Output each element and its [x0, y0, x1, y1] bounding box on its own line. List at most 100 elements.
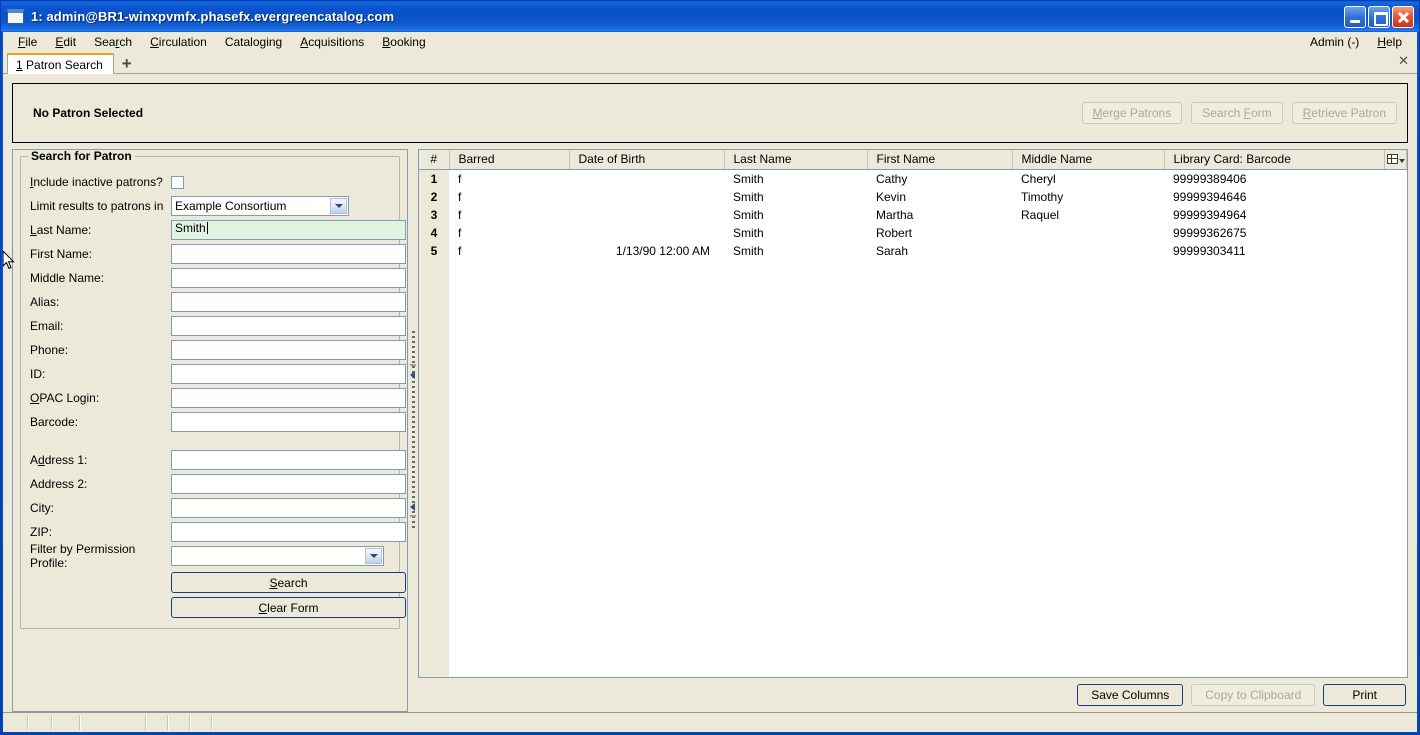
status-bar — [3, 712, 1417, 732]
field-email: Email: — [30, 314, 406, 338]
field-label: Address 1: — [30, 453, 88, 467]
include-inactive-checkbox[interactable] — [171, 175, 184, 189]
cell-num: 4 — [419, 223, 449, 242]
cell-middle-name: Raquel — [1021, 207, 1060, 222]
column-picker-icon — [1386, 153, 1398, 164]
field-id: ID: — [30, 362, 406, 386]
menu-cataloging[interactable]: Cataloging — [216, 33, 291, 51]
new-tab-icon[interactable]: + — [122, 55, 132, 72]
alias-input[interactable] — [171, 292, 406, 312]
clear-form-button[interactable]: Clear Form — [171, 597, 406, 618]
zip-input[interactable] — [171, 522, 406, 542]
cell-dob — [569, 206, 724, 224]
table-row[interactable]: 1 f Smith Cathy Cheryl 99999389406 — [419, 169, 1407, 188]
panel-splitter[interactable] — [408, 149, 418, 712]
close-button[interactable] — [1392, 5, 1414, 28]
cell-first-name: Cathy — [876, 171, 908, 186]
table-row[interactable]: 3 f Smith Martha Raquel 99999394964 — [419, 205, 1407, 224]
column-header-num[interactable]: # — [419, 150, 450, 170]
limit-results-value: Example Consortium — [175, 199, 287, 213]
column-header-middle-name[interactable]: Middle Name — [1012, 150, 1165, 170]
maximize-button[interactable] — [1368, 5, 1390, 28]
copy-to-clipboard-button[interactable]: Copy to Clipboard — [1191, 684, 1316, 706]
status-cell — [5, 715, 29, 730]
field-address-2: Address 2: — [30, 472, 406, 496]
city-input[interactable] — [171, 498, 406, 518]
field-label: OPAC Login: — [30, 391, 100, 405]
results-action-buttons: Save Columns Copy to Clipboard Print — [418, 678, 1408, 712]
chevron-down-icon — [330, 198, 347, 214]
search-button[interactable]: Search — [171, 572, 406, 593]
menu-acquisitions[interactable]: Acquisitions — [291, 33, 373, 51]
cell-barcode: 99999394964 — [1173, 207, 1247, 222]
status-cell — [29, 715, 53, 730]
address-1-input[interactable] — [171, 450, 406, 470]
cell-barred: f — [458, 207, 462, 222]
cell-dob — [569, 170, 724, 188]
opac-login-input[interactable] — [171, 388, 406, 408]
address-2-input[interactable] — [171, 474, 406, 494]
cell-first-name: Robert — [876, 225, 913, 240]
header-row: # Barred Date of Birth Last Name First N… — [419, 150, 1407, 170]
column-header-dob[interactable]: Date of Birth — [569, 150, 725, 170]
print-button[interactable]: Print — [1323, 684, 1406, 706]
table-row[interactable]: 2 f Smith Kevin Timothy 99999394646 — [419, 187, 1407, 206]
cell-barcode: 99999303411 — [1173, 243, 1246, 258]
column-header-library-card-barcode[interactable]: Library Card: Barcode — [1164, 150, 1385, 170]
close-tab-icon[interactable]: ✕ — [1398, 53, 1409, 69]
status-cell — [191, 715, 213, 730]
field-middle-name: Middle Name: — [30, 266, 406, 290]
cell-first-name: Kevin — [876, 189, 907, 204]
menu-edit[interactable]: Edit — [46, 33, 85, 51]
field-zip: ZIP: — [30, 520, 406, 544]
middle-name-input[interactable] — [171, 268, 406, 288]
cell-middle-name — [1012, 242, 1164, 260]
menu-search[interactable]: Search — [85, 33, 141, 51]
first-name-input[interactable] — [171, 244, 406, 264]
cell-last-name: Smith — [733, 189, 764, 204]
column-header-first-name[interactable]: First Name — [867, 150, 1013, 170]
menu-bar: File Edit Search Circulation Cataloging … — [3, 32, 1417, 52]
retrieve-patron-button[interactable]: Retrieve Patron — [1291, 102, 1397, 124]
menu-help[interactable]: Help — [1368, 33, 1411, 51]
save-columns-button[interactable]: Save Columns — [1077, 684, 1184, 706]
table-row[interactable]: 4 f Smith Robert 99999362675 — [419, 223, 1407, 242]
search-form-button[interactable]: Search Form — [1191, 102, 1283, 124]
email-input[interactable] — [171, 316, 406, 336]
column-header-barred[interactable]: Barred — [449, 150, 570, 170]
column-header-last-name[interactable]: Last Name — [724, 150, 868, 170]
field-address-1: Address 1: — [30, 448, 406, 472]
field-phone: Phone: — [30, 338, 406, 362]
menu-file[interactable]: File — [9, 33, 46, 51]
splitter-collapse-down-icon[interactable] — [409, 503, 416, 511]
menu-booking[interactable]: Booking — [373, 33, 434, 51]
phone-input[interactable] — [171, 340, 406, 360]
window-icon — [7, 9, 24, 24]
menu-admin[interactable]: Admin (-) — [1301, 33, 1368, 51]
splitter-grip[interactable] — [411, 330, 415, 531]
column-picker-button[interactable] — [1384, 150, 1407, 170]
tab-patron-search[interactable]: 1 Patron Search — [7, 53, 114, 74]
limit-results-select[interactable]: Example Consortium — [171, 196, 349, 216]
patron-summary-bar: No Patron Selected Merge Patrons Search … — [12, 83, 1408, 143]
id-input[interactable] — [171, 364, 406, 384]
cell-barcode: 99999362675 — [1173, 225, 1247, 240]
last-name-input[interactable]: Smith — [171, 220, 406, 240]
permission-profile-select[interactable] — [171, 546, 384, 566]
merge-patrons-button[interactable]: Merge Patrons — [1081, 102, 1183, 124]
barcode-input[interactable] — [171, 412, 406, 432]
field-label: Last Name: — [30, 223, 92, 237]
menu-circulation[interactable]: Circulation — [141, 33, 216, 51]
cell-barred: f — [458, 189, 462, 204]
main-split: Search for Patron Include inactive patro… — [12, 149, 1408, 712]
field-limit-results: Limit results to patrons in Example Cons… — [30, 194, 390, 218]
status-cell — [213, 715, 1417, 730]
minimize-button[interactable] — [1344, 5, 1366, 28]
cell-spacer — [1385, 206, 1407, 224]
field-first-name: First Name: — [30, 242, 406, 266]
splitter-collapse-up-icon[interactable] — [409, 371, 416, 379]
table-row[interactable]: 5 f 1/13/90 12:00 AM Smith Sarah 9999930… — [419, 241, 1407, 260]
field-label: First Name: — [30, 247, 93, 261]
results-grid-container: # Barred Date of Birth Last Name First N… — [418, 149, 1408, 678]
results-panel: # Barred Date of Birth Last Name First N… — [418, 149, 1408, 712]
